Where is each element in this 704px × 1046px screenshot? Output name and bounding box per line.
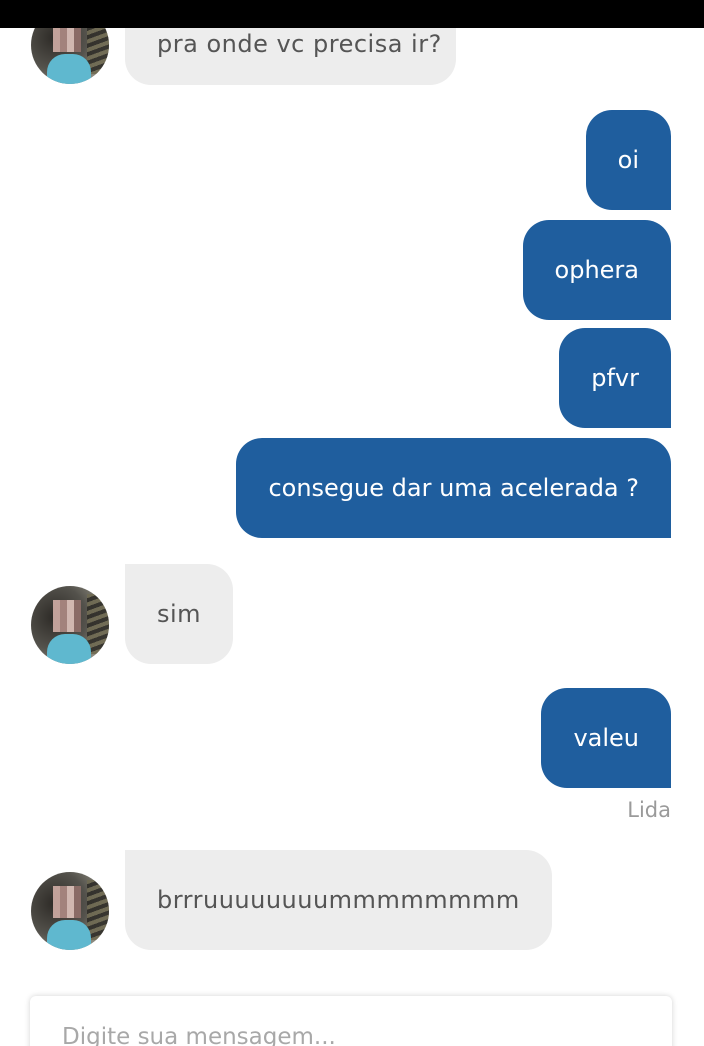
contact-avatar[interactable] bbox=[31, 28, 109, 84]
outgoing-message[interactable]: ophera bbox=[522, 220, 671, 320]
read-receipt: Lida bbox=[627, 798, 671, 822]
outgoing-message[interactable]: pfvr bbox=[559, 328, 671, 428]
contact-avatar[interactable] bbox=[31, 872, 109, 950]
status-bar bbox=[0, 0, 704, 28]
outgoing-message[interactable]: valeu bbox=[541, 688, 671, 788]
message-text: brrruuuuuuuummmmmmmm bbox=[157, 886, 520, 914]
avatar-shirt bbox=[47, 634, 91, 664]
avatar-background bbox=[87, 880, 109, 940]
message-text: valeu bbox=[573, 724, 639, 752]
avatar-shirt bbox=[47, 54, 91, 84]
contact-avatar[interactable] bbox=[31, 586, 109, 664]
message-text: oi bbox=[617, 146, 639, 174]
message-input-placeholder: Digite sua mensagem... bbox=[62, 1024, 336, 1046]
avatar-shirt bbox=[47, 920, 91, 950]
message-text: pra onde vc precisa ir? bbox=[157, 30, 442, 58]
outgoing-message[interactable]: oi bbox=[585, 110, 671, 210]
avatar-background bbox=[87, 594, 109, 654]
chat-thread[interactable]: pra onde vc precisa ir? oi ophera pfvr c… bbox=[0, 28, 704, 1046]
avatar-blurred-face bbox=[53, 28, 81, 52]
avatar-blurred-face bbox=[53, 600, 81, 632]
avatar-blurred-face bbox=[53, 886, 81, 918]
message-text: ophera bbox=[554, 256, 639, 284]
incoming-message[interactable]: pra onde vc precisa ir? bbox=[125, 28, 456, 85]
message-text: sim bbox=[157, 600, 202, 628]
message-input[interactable]: Digite sua mensagem... bbox=[30, 996, 672, 1046]
incoming-message[interactable]: sim bbox=[125, 564, 234, 664]
incoming-message[interactable]: brrruuuuuuuummmmmmmm bbox=[125, 850, 552, 950]
message-text: pfvr bbox=[591, 364, 639, 392]
outgoing-message[interactable]: consegue dar uma acelerada ? bbox=[236, 438, 671, 538]
message-text: consegue dar uma acelerada ? bbox=[268, 474, 639, 502]
